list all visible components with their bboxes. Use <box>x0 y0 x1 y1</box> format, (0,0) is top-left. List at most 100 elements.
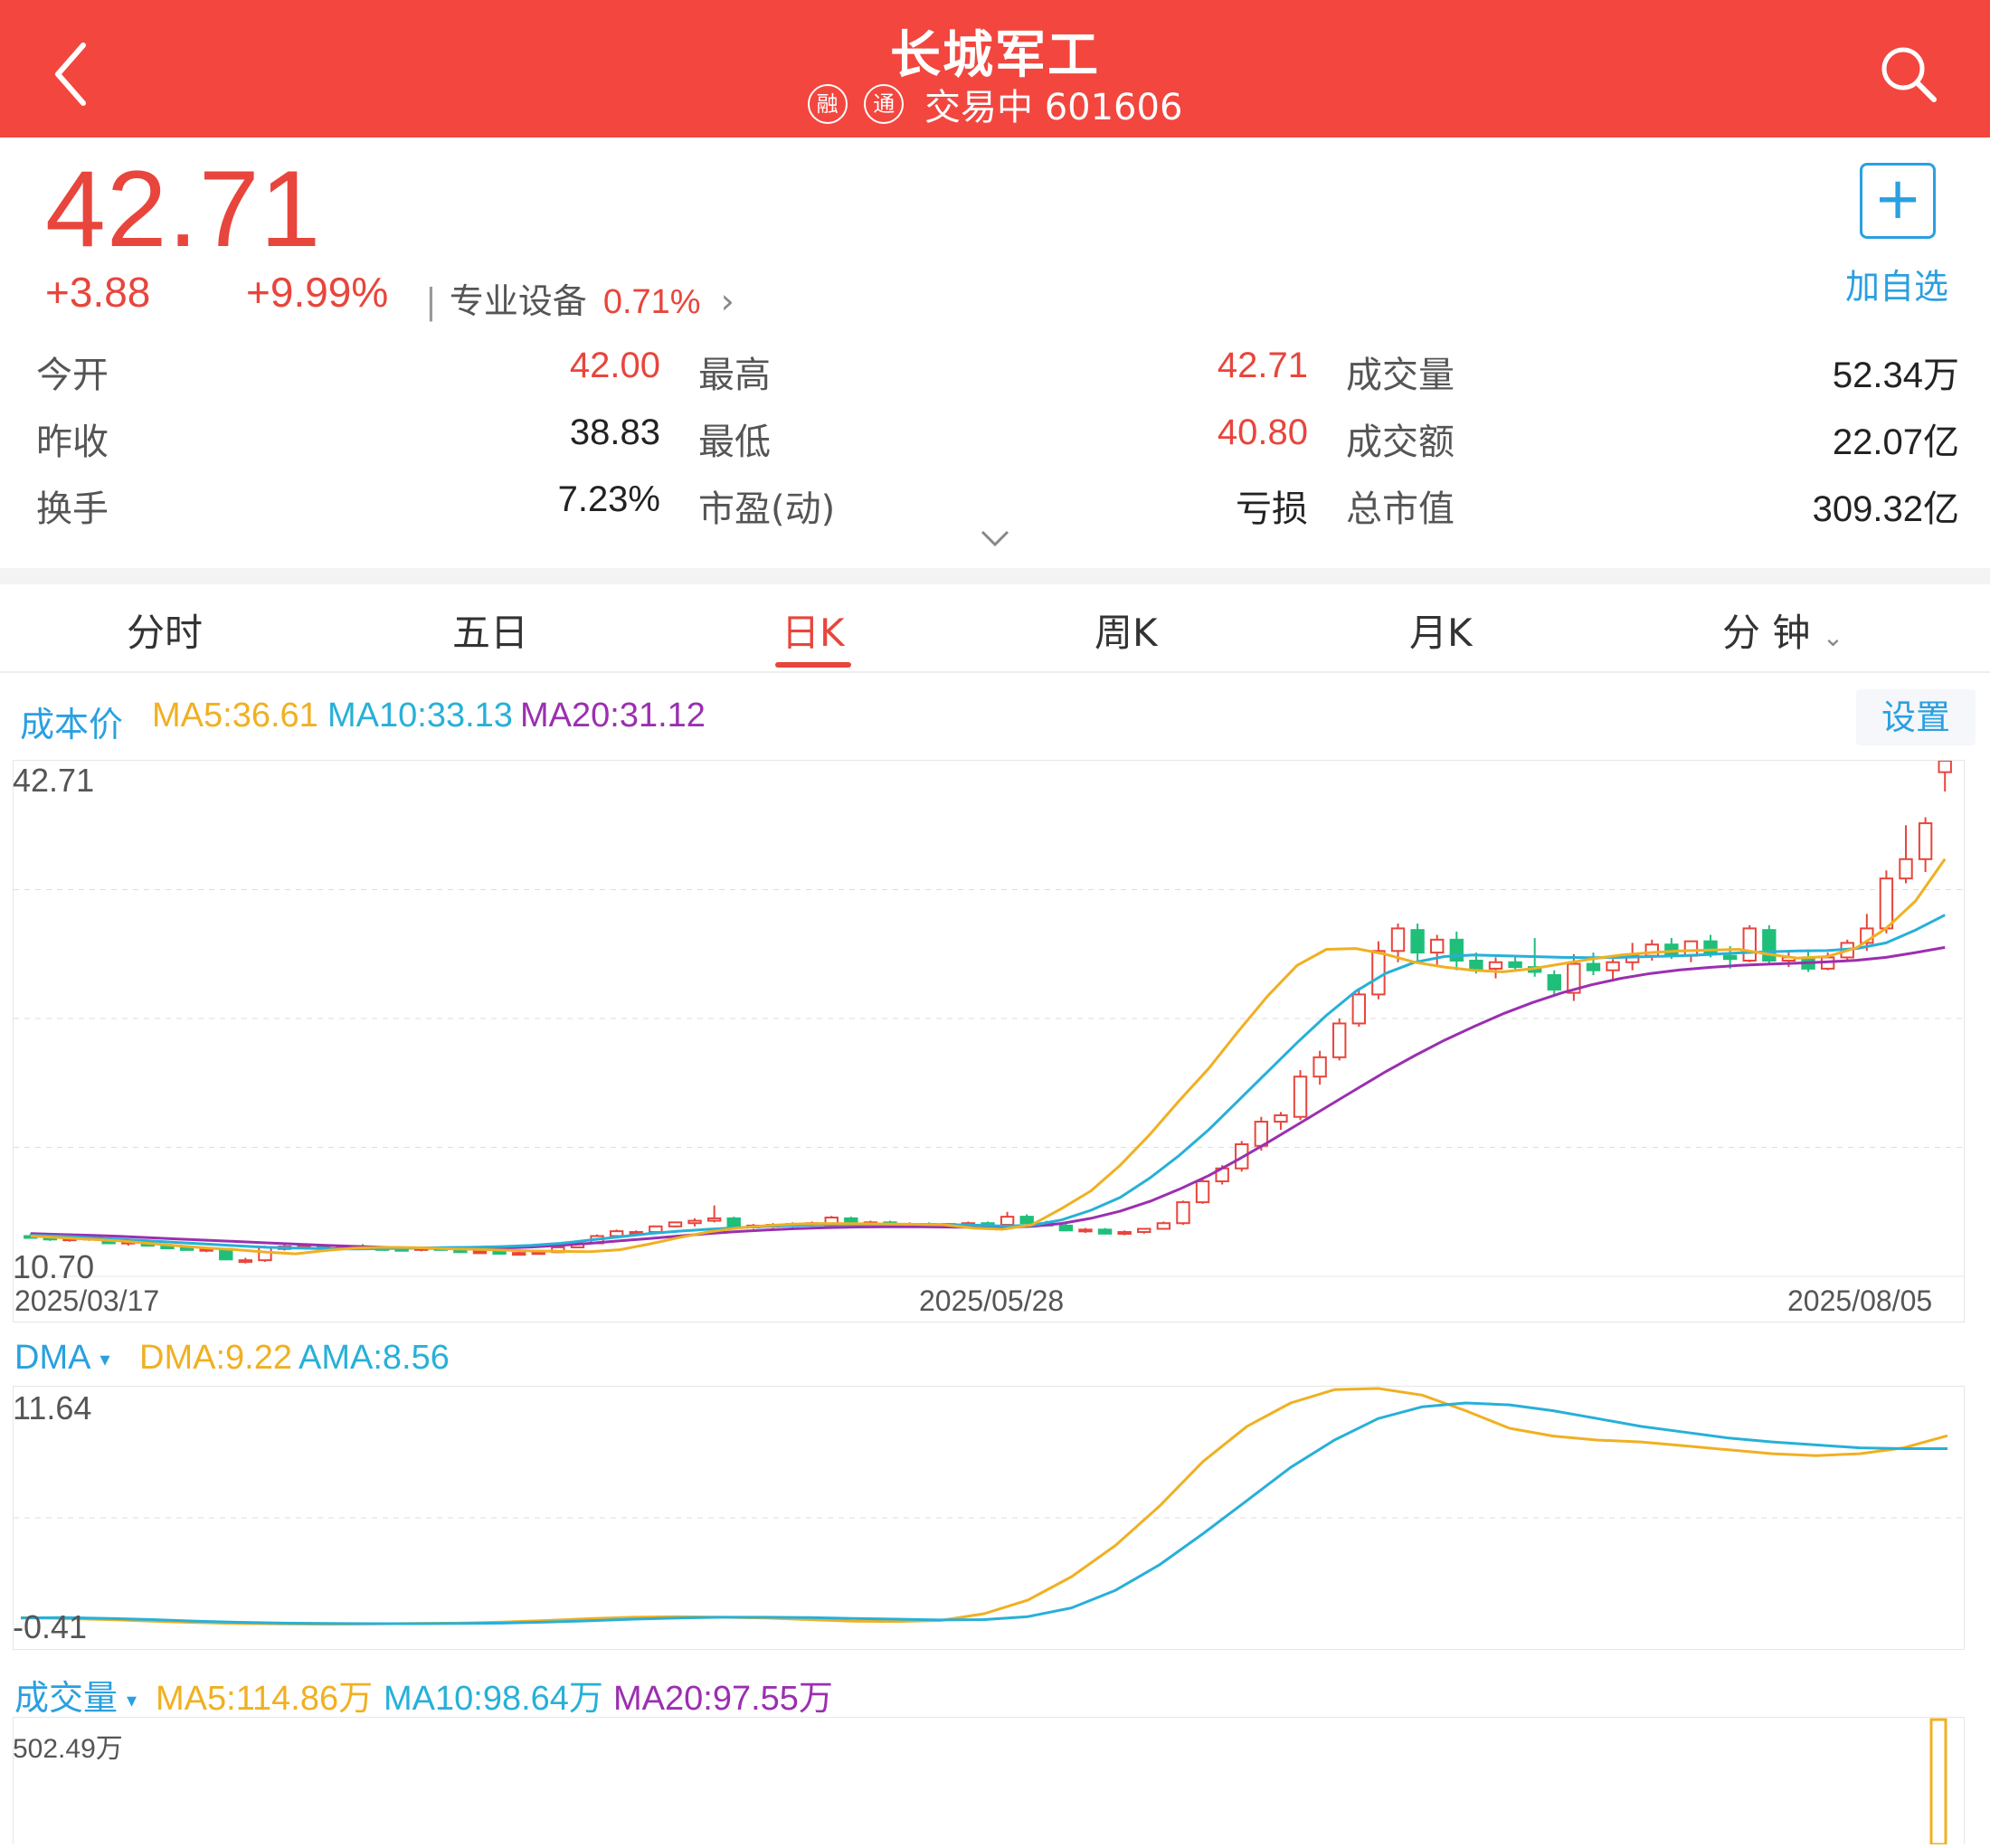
kline-chart-panel[interactable] <box>13 760 1965 1322</box>
legend-ama: AMA:8.56 <box>298 1339 450 1377</box>
volume-chart <box>1929 1718 1947 1846</box>
tab-minute[interactable]: 分 钟 ⌄ <box>1722 602 1843 658</box>
stat-mktcap-value: 309.32亿 <box>1812 489 1959 529</box>
candle-body <box>1332 1022 1347 1058</box>
legend-vol-ma20: MA20:97.55万 <box>613 1680 833 1718</box>
candle-body <box>1097 1228 1113 1235</box>
divider: | <box>425 281 437 321</box>
candle-body <box>1742 927 1757 962</box>
dma-indicator-selector[interactable]: DMA ▾ <box>14 1339 110 1378</box>
stat-turnover-label: 换手 <box>36 488 109 530</box>
sector-link[interactable]: | 专业设备 0.71% › <box>425 273 734 323</box>
dma-y-min-label: -0.41 <box>13 1608 88 1645</box>
search-icon[interactable] <box>1872 38 1954 110</box>
candle-body <box>706 1217 722 1222</box>
kline-date-mid: 2025/05/28 <box>919 1284 1065 1317</box>
volume-bar <box>1929 1718 1947 1846</box>
add-watchlist-icon[interactable]: + <box>1860 163 1936 239</box>
kline-date-start: 2025/03/17 <box>14 1284 160 1317</box>
candle-body <box>238 1259 253 1264</box>
stat-amount-label: 成交额 <box>1346 422 1455 463</box>
add-watchlist-label[interactable]: 加自选 <box>1845 259 1948 308</box>
tab-daily-k[interactable]: 日K <box>782 602 845 658</box>
candle-body <box>1019 1216 1034 1225</box>
tab-minute-label: 分 钟 <box>1722 611 1811 655</box>
tab-intraday[interactable]: 分时 <box>127 602 203 658</box>
stat-low-value: 40.80 <box>1217 412 1308 452</box>
volume-indicator-selector[interactable]: 成交量 ▾ <box>14 1670 137 1720</box>
tab-weekly-k[interactable]: 周K <box>1094 602 1158 658</box>
dma-name: DMA <box>14 1339 91 1377</box>
candle-body <box>1390 927 1406 952</box>
candle-body <box>472 1250 488 1255</box>
candle-body <box>1078 1228 1093 1233</box>
candle-body <box>1351 993 1367 1025</box>
legend-ma5: MA5:36.61 <box>152 697 318 734</box>
legend-dma: DMA:9.22 <box>139 1339 292 1377</box>
chevron-down-icon[interactable] <box>977 525 1013 552</box>
candle-body <box>1176 1201 1190 1225</box>
candle-body <box>1254 1121 1269 1147</box>
section-divider <box>0 568 1990 584</box>
chevron-down-icon: ⌄ <box>1822 622 1844 652</box>
stat-prev-close-label: 昨收 <box>36 422 109 463</box>
candle-body <box>1430 938 1445 954</box>
stat-pe-value: 亏损 <box>1236 489 1308 529</box>
price-change: +3.88 <box>45 269 151 316</box>
candle-body <box>609 1230 624 1237</box>
candle-body <box>1371 950 1386 996</box>
connect-badge: 通 <box>864 84 905 124</box>
ma5-line <box>30 858 1947 1256</box>
stat-low-label: 最低 <box>698 422 771 463</box>
cost-price-toggle[interactable]: 成本价 <box>20 697 123 746</box>
legend-vol-ma5: MA5:114.86万 <box>156 1680 374 1718</box>
candle-body <box>1117 1231 1132 1236</box>
caret-down-icon: ▾ <box>100 1347 110 1370</box>
candle-body <box>512 1252 526 1256</box>
top-bar: 长城军工 融 通 交易中 601606 <box>0 0 1990 137</box>
price-change-pct: +9.99% <box>246 269 389 316</box>
stock-status: 融 通 交易中 601606 <box>0 78 1990 130</box>
sector-name: 专业设备 <box>449 281 587 321</box>
stat-prev-close-value: 38.83 <box>569 412 660 452</box>
dma-chart <box>14 1387 1964 1626</box>
dma-line <box>20 1387 1948 1626</box>
candle-body <box>1137 1227 1151 1234</box>
candle-body <box>1000 1216 1015 1227</box>
kline-date-end: 2025/08/05 <box>1787 1284 1933 1317</box>
candle-body <box>179 1246 194 1251</box>
candle-body <box>1683 940 1699 957</box>
stat-volume-label: 成交量 <box>1346 355 1455 396</box>
ma10-line <box>30 914 1946 1251</box>
legend-ma20: MA20:31.12 <box>520 697 706 734</box>
dma-y-max-label: 11.64 <box>13 1389 92 1426</box>
candle-body <box>1410 929 1425 954</box>
tab-monthly-k[interactable]: 月K <box>1409 602 1473 658</box>
candle-body <box>1918 822 1933 860</box>
volume-chart-panel[interactable] <box>13 1717 1965 1846</box>
candle-body <box>258 1246 272 1262</box>
candle-body <box>1488 961 1503 970</box>
active-tab-indicator <box>775 662 851 668</box>
tab-five-day[interactable]: 五日 <box>452 602 528 658</box>
stat-high-label: 最高 <box>698 355 771 396</box>
candle-body <box>687 1219 702 1225</box>
margin-trading-badge: 融 <box>807 84 848 124</box>
candle-body <box>1469 959 1483 970</box>
candle-body <box>1508 961 1522 969</box>
candle-body <box>1722 954 1738 961</box>
stat-high-value: 42.71 <box>1217 346 1308 385</box>
kline-y-max-label: 42.71 <box>13 762 95 799</box>
chevron-right-icon: › <box>720 281 734 321</box>
settings-button[interactable]: 设置 <box>1856 689 1976 745</box>
dma-chart-panel[interactable] <box>13 1386 1965 1650</box>
candle-body <box>1312 1056 1327 1078</box>
candle-body <box>726 1217 741 1227</box>
candle-body <box>1586 962 1601 971</box>
candle-body <box>1703 940 1718 955</box>
stat-amount-value: 22.07亿 <box>1832 422 1959 462</box>
candle-body <box>1058 1224 1074 1232</box>
candle-body <box>1547 974 1561 991</box>
candle-body <box>1938 760 1952 773</box>
ma20-line <box>30 945 1946 1250</box>
